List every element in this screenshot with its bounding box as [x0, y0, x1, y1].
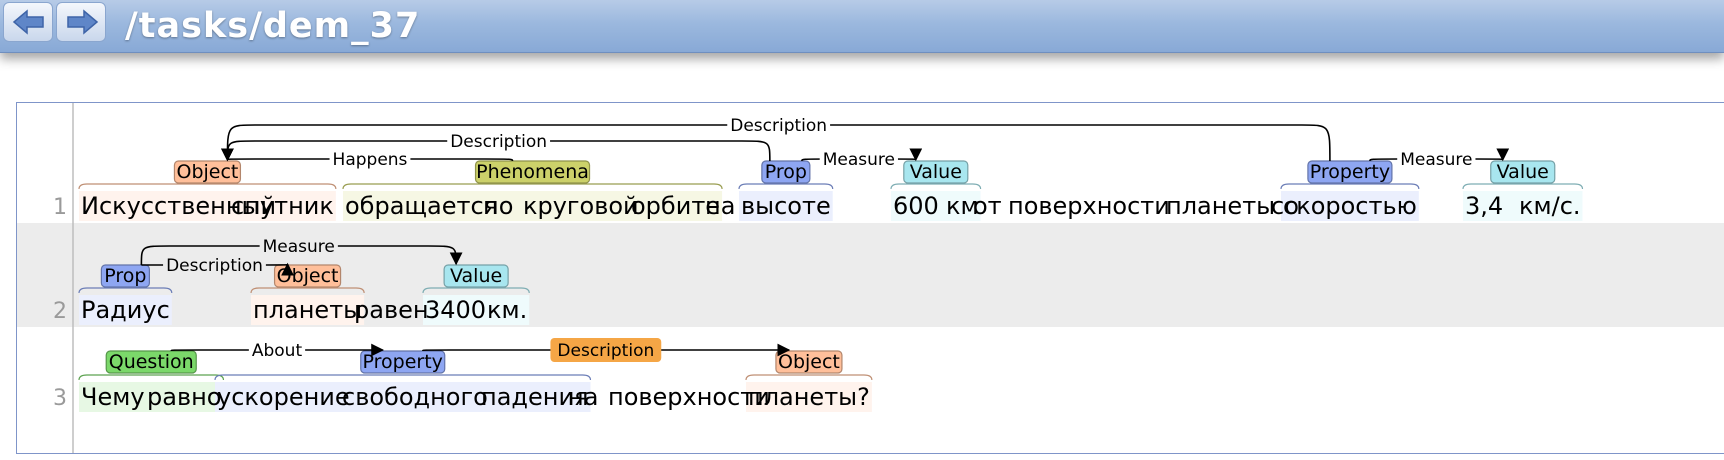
token[interactable]: планеты?	[748, 383, 870, 411]
entity-label-value[interactable]: Value	[1490, 160, 1556, 184]
token[interactable]: на	[705, 192, 735, 220]
token[interactable]: 3400	[425, 296, 486, 324]
relation-label[interactable]: Description	[166, 256, 263, 276]
relation-label[interactable]: Measure	[1400, 150, 1472, 170]
entity-label-phenomena[interactable]: Phenomena	[474, 160, 591, 184]
relation-label[interactable]: Description	[450, 132, 547, 152]
token[interactable]: по	[483, 192, 513, 220]
token[interactable]: Радиус	[81, 296, 170, 324]
token[interactable]: Чему	[81, 383, 145, 411]
token[interactable]: 3,4	[1465, 192, 1503, 220]
document-path: /tasks/dem_37	[125, 6, 421, 46]
entity-type-text: Value	[1497, 161, 1549, 183]
token[interactable]: высоте	[741, 192, 831, 220]
token[interactable]: равно	[147, 383, 221, 411]
entity-label-object[interactable]: Object	[273, 264, 342, 288]
forward-button[interactable]	[56, 2, 106, 42]
entity-type-text: Value	[450, 265, 502, 287]
entity-label-property[interactable]: Property	[1307, 160, 1393, 184]
entity-label-prop[interactable]: Prop	[100, 264, 150, 288]
entity-label-value[interactable]: Value	[903, 160, 969, 184]
entity-type-text: Prop	[765, 161, 807, 183]
token[interactable]: поверхности	[1008, 192, 1170, 220]
relation-label[interactable]: About	[252, 341, 303, 361]
entity-type-text: Property	[363, 351, 443, 373]
token[interactable]: планеты	[253, 296, 362, 324]
entity-type-text: Value	[910, 161, 962, 183]
annotation-document: 1 Object Phenomena Prop Value Property Value Ис…	[16, 102, 1724, 454]
arrow-right-icon	[67, 9, 99, 35]
entity-type-text: Object	[176, 161, 238, 183]
entity-label-object[interactable]: Object	[775, 350, 843, 374]
back-button[interactable]	[3, 2, 53, 42]
token[interactable]: 600	[893, 192, 939, 220]
token[interactable]: скоростью	[1283, 192, 1417, 220]
entity-type-text: Phenomena	[476, 161, 589, 183]
relation-label[interactable]: Happens	[333, 150, 408, 170]
entity-label-value[interactable]: Value	[443, 264, 509, 288]
line-number: 1	[53, 195, 67, 220]
relation-label[interactable]: Description	[730, 116, 827, 136]
token[interactable]: свободного	[342, 383, 488, 411]
entity-type-text: Property	[1310, 161, 1390, 183]
token[interactable]: от	[973, 192, 1002, 220]
entity-label-property[interactable]: Property	[360, 350, 446, 374]
token[interactable]: круговой	[523, 192, 639, 220]
entity-label-object[interactable]: Object	[173, 160, 242, 184]
arrow-left-icon	[12, 9, 44, 35]
token[interactable]: обращается	[345, 192, 498, 220]
entity-label-prop[interactable]: Prop	[761, 160, 811, 184]
token[interactable]: км.	[487, 296, 527, 324]
entity-type-text: Object	[277, 265, 339, 287]
entity-type-text: Object	[778, 351, 840, 373]
token[interactable]: ускорение	[217, 383, 350, 411]
token[interactable]: равен	[354, 296, 429, 324]
relation-label[interactable]: Description	[557, 341, 654, 361]
title-bar: /tasks/dem_37	[0, 0, 1724, 53]
token[interactable]: планеты	[1166, 192, 1275, 220]
token[interactable]: поверхности	[608, 383, 770, 411]
relation-label[interactable]: Measure	[823, 150, 895, 170]
line-number: 2	[53, 299, 67, 324]
entity-type-text: Prop	[104, 265, 146, 287]
token[interactable]: спутник	[231, 192, 334, 220]
annotation-canvas: 1Object Phenomena Prop Value Property ValueИс…	[17, 103, 1724, 453]
entity-type-text: Question	[109, 351, 194, 373]
line-number: 3	[53, 386, 67, 411]
relation-label[interactable]: Measure	[263, 237, 335, 257]
token[interactable]: км/с.	[1519, 192, 1581, 220]
token[interactable]: на	[568, 383, 598, 411]
entity-label-question[interactable]: Question	[105, 350, 197, 374]
